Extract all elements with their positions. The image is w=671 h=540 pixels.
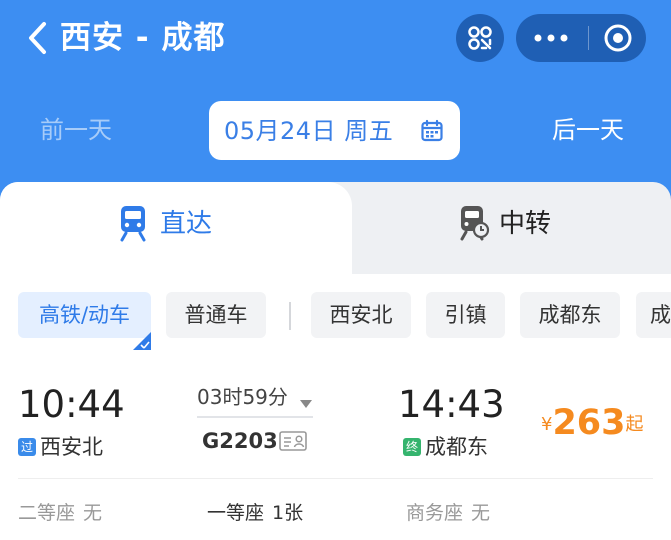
tab-direct-label: 直达 bbox=[160, 209, 213, 239]
price: ¥263起 bbox=[541, 402, 644, 450]
seat-name: 一等座 bbox=[207, 502, 265, 524]
seat-name: 商务座 bbox=[406, 502, 464, 524]
filter-bar: 高铁/动车 普通车 西安北 引镇 成都东 成 bbox=[0, 292, 671, 350]
id-card-icon bbox=[279, 431, 307, 455]
chevron-left-icon[interactable] bbox=[24, 18, 54, 58]
price-currency: ¥ bbox=[541, 414, 553, 435]
route-type-tabs: 直达 中转 bbox=[0, 182, 671, 274]
card-divider bbox=[18, 478, 653, 479]
selected-corner-icon bbox=[133, 320, 151, 350]
filter-label: 引镇 bbox=[444, 303, 487, 327]
terminal-badge: 终 bbox=[403, 438, 421, 456]
train-transfer-icon bbox=[458, 204, 490, 246]
seat-count: 1张 bbox=[272, 502, 304, 524]
scan-qr-icon[interactable] bbox=[456, 14, 504, 62]
more-dots-icon[interactable] bbox=[516, 14, 586, 62]
filter-station[interactable]: 西安北 bbox=[311, 292, 411, 338]
seat-second-class: 二等座无 bbox=[18, 498, 102, 528]
price-suffix: 起 bbox=[625, 414, 644, 435]
train-icon bbox=[118, 204, 148, 246]
next-day-button[interactable]: 后一天 bbox=[552, 112, 624, 148]
page: 西安 - 成都 前一天 05月24日 周五 后一天 直达 中转 高铁/动车 普通… bbox=[0, 0, 671, 540]
duration: 03时59分 bbox=[197, 385, 288, 409]
depart-station: 西安北 bbox=[40, 435, 103, 459]
filter-highspeed[interactable]: 高铁/动车 bbox=[18, 292, 151, 350]
filter-station[interactable]: 引镇 bbox=[426, 292, 505, 338]
date-picker[interactable]: 05月24日 周五 bbox=[209, 101, 460, 160]
seat-count: 无 bbox=[83, 502, 103, 524]
caret-down-icon[interactable] bbox=[300, 393, 312, 412]
tab-transfer-label: 中转 bbox=[499, 209, 552, 239]
seat-first-class: 一等座 1张 bbox=[207, 498, 303, 528]
arrive-station: 成都东 bbox=[425, 435, 488, 459]
capsule-divider bbox=[588, 26, 589, 50]
price-amount: 263 bbox=[552, 403, 626, 443]
filter-normal-train[interactable]: 普通车 bbox=[166, 292, 266, 338]
prev-day-button[interactable]: 前一天 bbox=[40, 112, 112, 148]
seat-count: 无 bbox=[471, 502, 491, 524]
filter-divider bbox=[289, 302, 291, 330]
target-circle-icon[interactable] bbox=[594, 14, 642, 62]
top-header: 西安 - 成都 前一天 05月24日 周五 后一天 bbox=[0, 0, 671, 200]
filter-label: 成都东 bbox=[538, 303, 602, 327]
train-number: G2203 bbox=[202, 429, 278, 453]
depart-time: 10:44 bbox=[18, 383, 125, 426]
filter-label: 成 bbox=[650, 303, 671, 327]
seat-name: 二等座 bbox=[18, 502, 76, 524]
mini-program-capsule bbox=[516, 14, 646, 62]
arrive-time: 14:43 bbox=[398, 383, 505, 426]
pass-badge: 过 bbox=[18, 438, 36, 456]
filter-label: 西安北 bbox=[329, 303, 393, 327]
duration-line bbox=[197, 416, 313, 418]
date-label: 05月24日 周五 bbox=[224, 116, 394, 145]
calendar-icon bbox=[420, 119, 444, 147]
filter-label: 高铁/动车 bbox=[38, 303, 131, 327]
filter-label: 普通车 bbox=[184, 303, 248, 327]
page-title: 西安 - 成都 bbox=[60, 20, 226, 56]
seat-business-class: 商务座无 bbox=[406, 498, 490, 528]
filter-station[interactable]: 成 bbox=[636, 292, 671, 338]
filter-station[interactable]: 成都东 bbox=[520, 292, 620, 338]
